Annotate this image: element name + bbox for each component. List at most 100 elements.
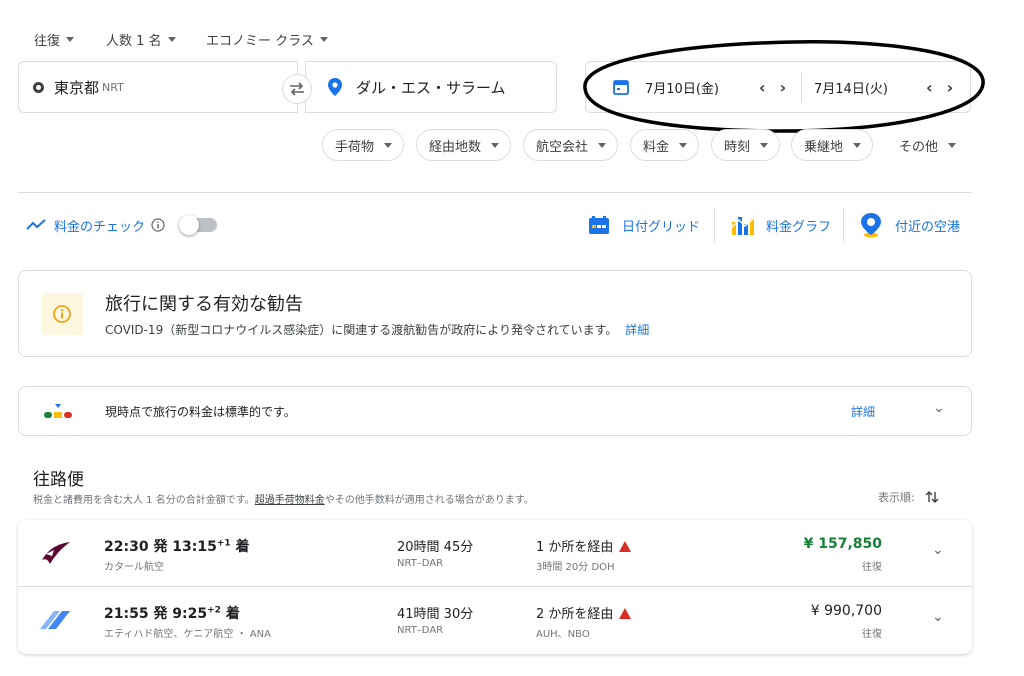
cabin-class-label: エコノミー クラス [206,33,314,49]
location-pin-icon [328,78,342,96]
flight-stops: 2 か所を経由 [536,603,632,622]
chevron-down-icon [491,142,500,148]
travel-advisory-card: 旅行に関する有効な勧告 COVID-19（新型コロナウイルス感染症）に関連する渡… [18,270,972,357]
day-offset: +1 [216,538,231,549]
swap-arrows-icon [290,82,304,96]
date-grid-button[interactable]: 日付グリッド [588,213,700,237]
layover-info: AUH、NBO [536,629,590,640]
date-grid-label: 日付グリッド [622,219,701,235]
sort-icon [925,491,939,503]
cabin-class-dropdown[interactable]: エコノミー クラス [206,30,328,49]
advisory-details-link[interactable]: 詳細 [625,323,649,337]
filter-label: 航空会社 [536,139,589,155]
filter-more-label: その他 [899,139,939,155]
trip-type-label: 往復 [34,33,61,49]
chevron-down-icon [319,36,328,42]
nearby-airport-pin-icon [861,213,881,238]
price-insight-text: 現時点で旅行の料金は標準的です。 [105,405,296,419]
filter-more[interactable]: その他 [899,129,957,161]
chevron-down-icon [66,36,75,42]
price-insight-details-link[interactable]: 詳細 [851,403,875,420]
chevron-down-icon [167,36,176,42]
chevron-down-icon[interactable]: ⌄ [932,609,944,625]
price-tracking-toggle[interactable] [179,215,218,235]
flight-duration: 20時間 45分 [397,540,474,555]
origin-circle-icon [33,81,44,93]
chevron-down-icon[interactable]: ⌄ [932,542,944,558]
flight-row[interactable]: 22:30 発 13:15+1 着 カタール航空 20時間 45分 NRT–DA… [18,520,972,586]
price-graph-label: 料金グラフ [766,219,832,235]
passengers-label: 人数 1 名 [106,33,162,49]
subtitle-text: 税金と諸費用を含む大人 1 名分の合計金額です。 [33,495,255,506]
advisory-info-icon [41,293,83,335]
tool-divider [714,208,715,242]
flight-price: ¥ 157,850 [803,536,882,552]
airline-name: カタール航空 [104,562,164,573]
origin-city: 東京都 [54,78,100,97]
tool-divider [843,208,844,242]
chevron-down-icon [948,142,957,148]
chevron-down-icon [679,142,688,148]
filter-label: 時刻 [724,139,751,155]
chevron-down-icon[interactable]: ⌄ [933,400,945,416]
price-tracking: 料金のチェック [26,213,218,237]
destination-city: ダル・エス・サラーム [356,78,506,97]
price-tracking-label: 料金のチェック [54,219,146,235]
price-insight-card[interactable]: 現時点で旅行の料金は標準的です。 詳細 ⌄ [18,386,972,436]
price-graph-button[interactable]: 料金グラフ [730,213,831,237]
sort-label: 表示順: [878,491,915,504]
passengers-dropdown[interactable]: 人数 1 名 [106,30,176,49]
flights-list: 22:30 発 13:15+1 着 カタール航空 20時間 45分 NRT–DA… [18,520,972,654]
chevron-down-icon [384,142,393,148]
flight-route: NRT–DAR [397,558,444,569]
flight-duration: 41時間 30分 [397,607,474,622]
price-type: 往復 [862,629,882,640]
origin-code: NRT [102,80,124,94]
arrive-suffix: 着 [220,606,240,622]
chevron-down-icon [598,142,607,148]
section-subtitle: 税金と諸費用を含む大人 1 名分の合計金額です。超過手荷物料金やその他手数料が適… [33,491,534,506]
advisory-text: COVID-19（新型コロナウイルス感染症）に関連する渡航勧告が政府により発令さ… [105,323,618,337]
filter-times[interactable]: 時刻 [711,129,781,161]
section-title: 往路便 [33,470,84,490]
flight-times: 22:30 発 13:15+1 着 [104,536,250,556]
trip-type-dropdown[interactable]: 往復 [34,30,75,49]
price-type: 往復 [862,562,882,573]
filter-stops[interactable]: 経由地数 [416,129,512,161]
flight-price: ¥ 990,700 [810,603,882,619]
destination-field[interactable]: ダル・エス・サラーム [305,61,557,113]
stops-text: 2 か所を経由 [536,607,614,622]
chevron-down-icon [853,142,862,148]
flight-times-text: 21:55 発 9:25 [104,606,208,622]
filter-baggage[interactable]: 手荷物 [322,129,405,161]
nearby-airports-button[interactable]: 付近の空港 [859,213,961,238]
warning-icon [619,541,632,552]
filter-connecting-airports[interactable]: 乗継地 [791,129,874,161]
subtitle-text: やその他手数料が適用される場合があります。 [324,495,534,506]
advisory-title: 旅行に関する有効な勧告 [105,294,303,315]
price-level-icon [44,404,72,418]
flight-row[interactable]: 21:55 発 9:25+2 着 エティハド航空、ケニア航空 ・ ANA 41時… [18,586,972,652]
advisory-body: COVID-19（新型コロナウイルス感染症）に関連する渡航勧告が政府により発令さ… [105,321,649,338]
arrive-suffix: 着 [230,539,250,555]
stops-text: 1 か所を経由 [536,540,614,555]
filter-label: 料金 [643,139,670,155]
info-icon[interactable] [151,218,165,232]
filter-label: 経由地数 [429,139,482,155]
flight-route: NRT–DAR [397,625,444,636]
filter-airlines[interactable]: 航空会社 [523,129,619,161]
filter-label: 乗継地 [804,139,844,155]
swap-button[interactable] [282,74,312,104]
filter-price[interactable]: 料金 [630,129,700,161]
divider [18,192,972,193]
date-grid-icon [589,216,609,234]
origin-field[interactable]: 東京都 NRT [18,61,298,113]
sort-control[interactable]: 表示順: [878,489,939,505]
annotation-ellipse [583,40,985,133]
day-offset: +2 [207,605,221,616]
nearby-airports-label: 付近の空港 [895,219,961,235]
layover-info: 3時間 20分 DOH [536,562,615,573]
baggage-fees-link[interactable]: 超過手荷物料金 [255,495,325,506]
warning-icon [619,608,632,619]
flight-times-text: 22:30 発 13:15 [104,539,217,555]
